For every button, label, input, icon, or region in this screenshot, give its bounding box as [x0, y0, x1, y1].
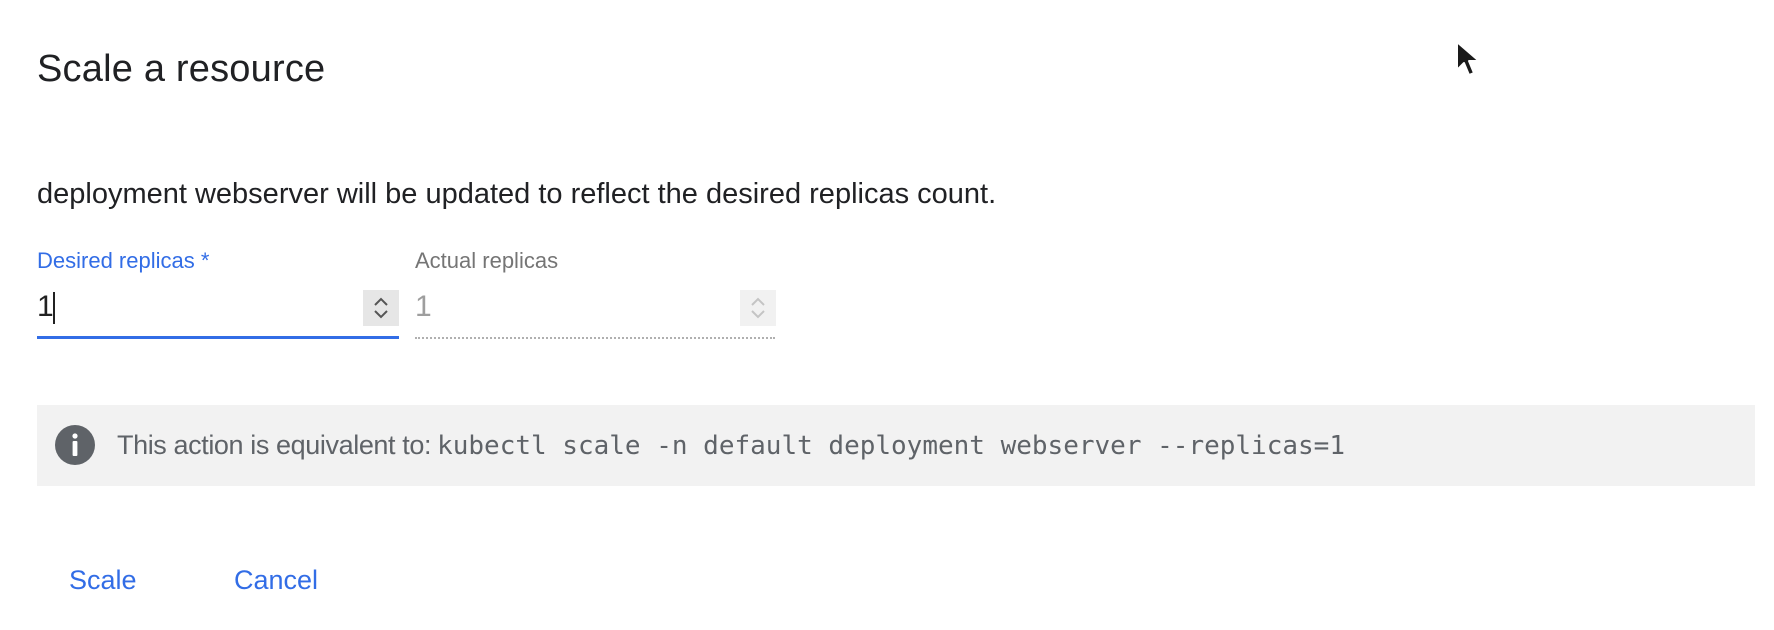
- desired-replicas-stepper[interactable]: [363, 290, 399, 326]
- desired-replicas-underline: [37, 336, 399, 339]
- dialog-title: Scale a resource: [37, 48, 326, 90]
- stepper-up-down-icon: [751, 297, 765, 319]
- mouse-pointer-icon: [1456, 41, 1480, 76]
- command-info-text: This action is equivalent to: kubectl sc…: [117, 405, 1345, 486]
- scale-button[interactable]: Scale: [37, 555, 169, 605]
- desired-replicas-field: Desired replicas *: [37, 248, 399, 344]
- actual-replicas-underline: [415, 337, 775, 339]
- actual-replicas-input: [415, 284, 775, 330]
- kubectl-command: kubectl scale -n default deployment webs…: [437, 430, 1345, 461]
- desired-replicas-input[interactable]: [37, 284, 399, 330]
- scale-resource-dialog: Scale a resource deployment webserver wi…: [0, 0, 1774, 630]
- actual-replicas-field: Actual replicas: [415, 248, 776, 344]
- command-info-box: This action is equivalent to: kubectl sc…: [37, 405, 1755, 486]
- desired-replicas-label: Desired replicas *: [37, 248, 210, 273]
- info-icon: [55, 425, 95, 465]
- dialog-description: deployment webserver will be updated to …: [37, 178, 997, 210]
- info-prefix-text: This action is equivalent to:: [117, 430, 432, 460]
- cancel-button[interactable]: Cancel: [202, 555, 350, 605]
- actual-replicas-stepper: [740, 290, 776, 326]
- text-caret: [53, 292, 55, 324]
- stepper-up-down-icon: [374, 297, 388, 319]
- actual-replicas-label: Actual replicas: [415, 248, 559, 273]
